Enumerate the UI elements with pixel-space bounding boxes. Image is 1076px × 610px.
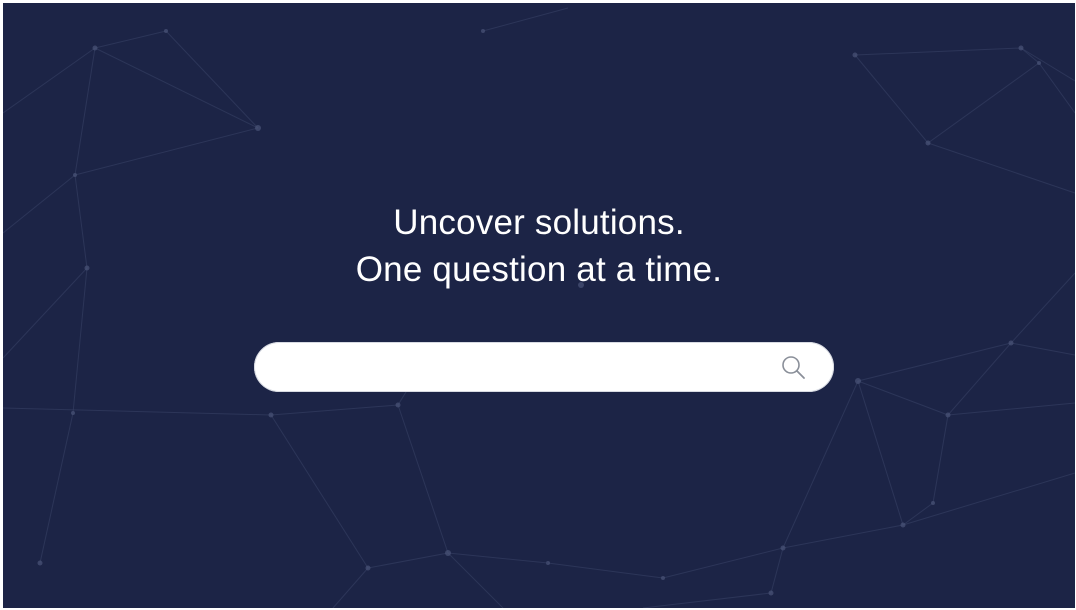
headline-line-2: One question at a time. bbox=[355, 250, 723, 289]
search-input[interactable] bbox=[276, 342, 766, 392]
headline-line-1: Uncover solutions. bbox=[393, 203, 685, 242]
search-icon[interactable] bbox=[779, 353, 809, 381]
search-bar[interactable] bbox=[254, 342, 834, 392]
network-background bbox=[3, 7, 1075, 608]
headline: Uncover solutions. One question at a tim… bbox=[3, 199, 1075, 293]
hero-banner: Uncover solutions. One question at a tim… bbox=[3, 3, 1075, 608]
